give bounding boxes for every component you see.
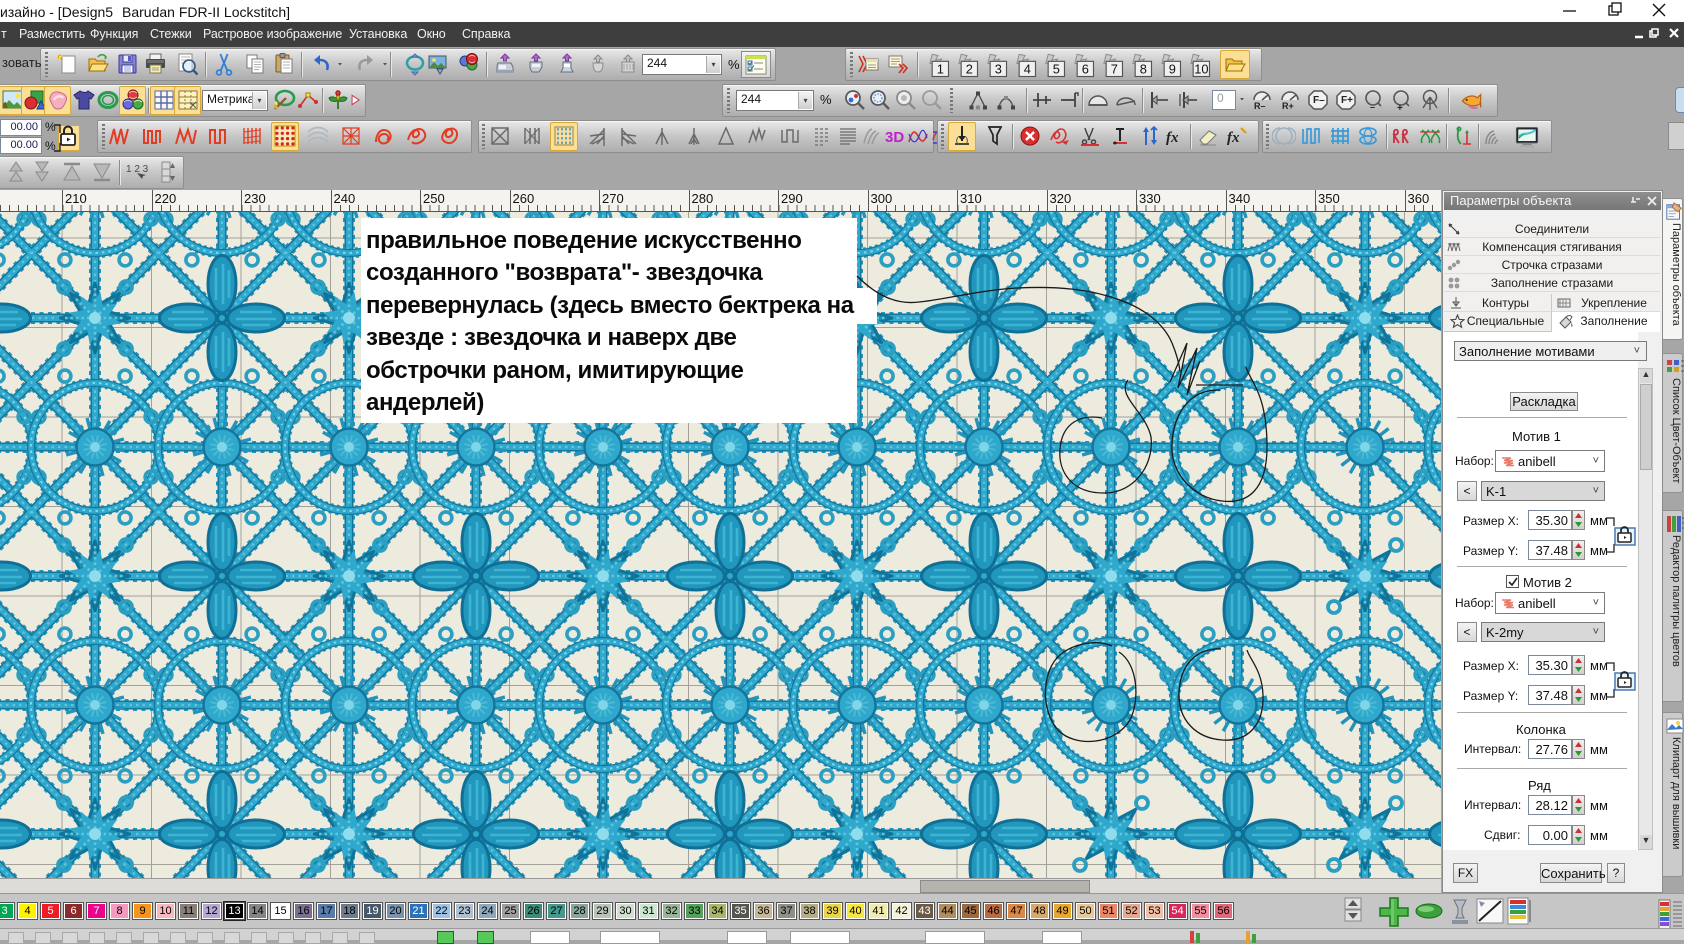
svg-text:+: + [1397, 103, 1403, 112]
svg-text:6: 6 [1082, 62, 1089, 77]
svg-text:5: 5 [1053, 62, 1060, 77]
svg-text:fx: fx [1227, 130, 1240, 146]
svg-text:3: 3 [995, 62, 1002, 77]
svg-text:7: 7 [1111, 62, 1118, 77]
svg-text:R+: R+ [1282, 101, 1294, 111]
svg-text:F+: F+ [1341, 95, 1353, 106]
svg-text:2: 2 [966, 62, 973, 77]
svg-text:F–: F– [1313, 95, 1325, 106]
svg-text:4: 4 [1024, 62, 1031, 77]
svg-text:10: 10 [1194, 62, 1208, 77]
svg-text:9: 9 [1169, 62, 1176, 77]
svg-text:–: – [1370, 102, 1375, 112]
svg-text:3D: 3D [885, 129, 904, 146]
svg-text:1: 1 [937, 62, 944, 77]
svg-text:fx: fx [1166, 130, 1179, 146]
svg-text:1 2 3: 1 2 3 [126, 164, 148, 175]
svg-text:R–: R– [1254, 101, 1266, 111]
svg-text:8: 8 [1140, 62, 1147, 77]
